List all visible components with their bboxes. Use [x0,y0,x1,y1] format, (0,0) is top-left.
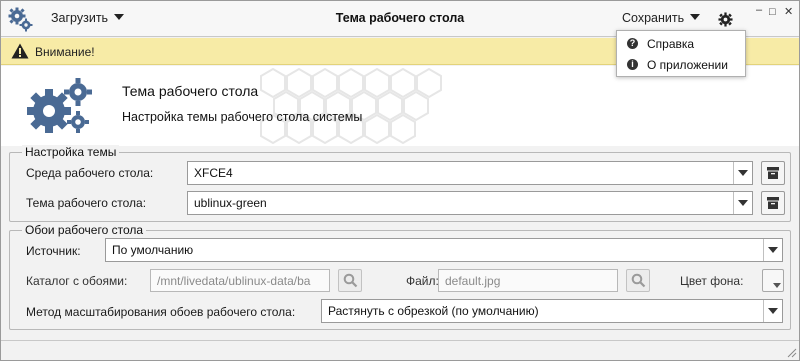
question-icon: ? [627,38,638,49]
settings-gears-icon [8,7,33,32]
gear-dropdown-menu: ? Справка i О приложении [616,30,746,77]
search-icon [631,273,646,288]
gear-icon[interactable] [718,12,733,27]
desktop-theme-select[interactable]: ublinux-green [187,191,753,215]
load-menu-button[interactable]: Загрузить [51,11,125,25]
menu-item-about[interactable]: i О приложении [617,55,745,75]
menu-item-help[interactable]: ? Справка [617,34,745,54]
header-title: Тема рабочего стола [122,83,259,99]
source-value: По умолчанию [112,243,194,257]
maximize-button[interactable]: □ [769,6,776,18]
wallpaper-dir-label: Каталог с обоями: [26,274,128,288]
desktop-env-label: Среда рабочего стола: [26,166,154,180]
info-icon: i [627,59,638,70]
chevron-down-icon [763,300,782,322]
save-menu-button[interactable]: Сохранить [622,11,701,25]
bg-color-label: Цвет фона: [680,274,744,288]
desktop-theme-value: ublinux-green [194,196,267,210]
archive-button[interactable] [761,161,785,185]
load-label: Загрузить [51,11,109,25]
group-title: Настройка темы [22,145,120,159]
source-label: Источник: [26,244,81,258]
browse-dir-button[interactable] [338,269,362,292]
menu-item-label: Справка [647,37,695,51]
scaling-method-select[interactable]: Растянуть с обрезкой (по умолчанию) [321,299,783,323]
menu-item-label: О приложении [647,58,728,72]
warning-text: Внимание! [35,45,95,59]
archive-icon [767,197,779,209]
file-label: Файл: [406,274,439,288]
chevron-down-icon [114,14,125,20]
settings-gears-icon [27,78,92,133]
header-subtitle: Настройка темы рабочего стола системы [122,110,363,124]
file-field[interactable]: default.jpg [438,269,618,292]
search-icon [343,273,358,288]
archive-button[interactable] [761,191,785,215]
source-select[interactable]: По умолчанию [105,238,783,262]
chevron-down-icon [733,192,752,214]
browse-file-button[interactable] [626,269,650,292]
minimize-button[interactable]: – [756,4,762,16]
save-label: Сохранить [622,11,685,25]
archive-icon [767,167,779,179]
scaling-method-label: Метод масштабирования обоев рабочего сто… [26,305,296,319]
resize-grip-icon[interactable] [785,346,797,358]
close-button[interactable]: ✕ [784,6,793,18]
header-banner: Тема рабочего стола Настройка темы рабоч… [1,66,799,146]
warning-icon [11,43,29,59]
bg-color-button[interactable] [762,269,784,292]
chevron-down-icon [733,162,752,184]
chevron-down-icon [690,14,701,20]
scaling-method-value: Растянуть с обрезкой (по умолчанию) [328,304,539,318]
desktop-env-select[interactable]: XFCE4 [187,161,753,185]
hexagon-pattern [260,67,442,145]
chevron-down-icon [763,239,782,261]
group-title: Обои рабочего стола [22,223,147,237]
status-bar [1,340,799,360]
wallpaper-dir-field[interactable]: /mnt/livedata/ublinux-data/ba [150,269,330,292]
desktop-theme-label: Тема рабочего стола: [26,196,147,210]
app-window: Загрузить Тема рабочего стола Сохранить … [0,0,800,361]
desktop-env-value: XFCE4 [194,166,233,180]
